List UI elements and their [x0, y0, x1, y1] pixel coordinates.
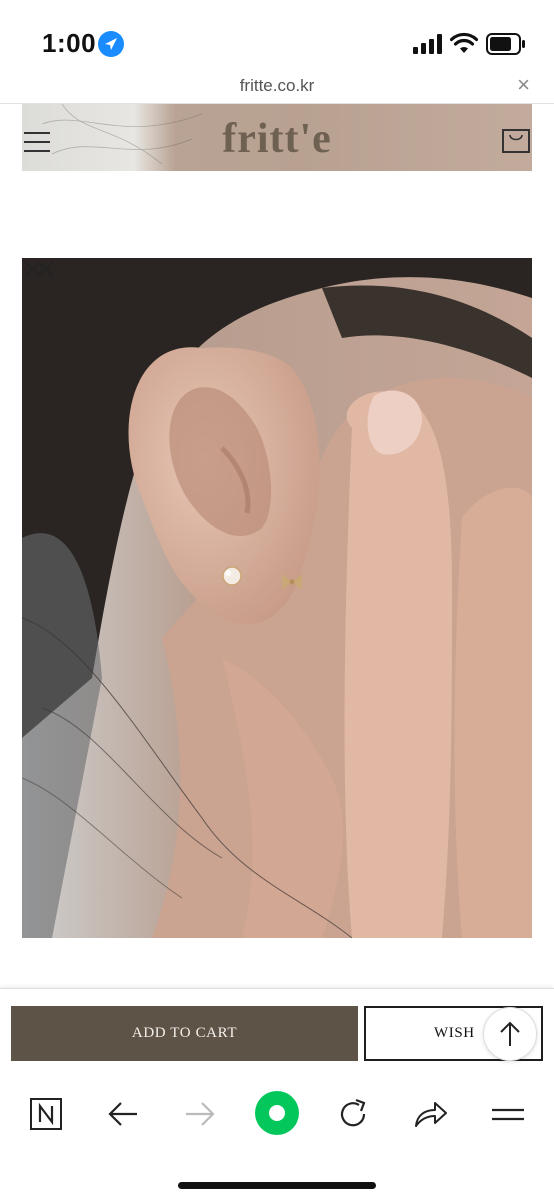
product-image — [22, 258, 532, 938]
naver-n-icon[interactable] — [26, 1094, 66, 1134]
green-dot-icon[interactable] — [254, 1090, 300, 1136]
site-header: fritt'e — [22, 104, 532, 171]
share-icon[interactable] — [411, 1094, 451, 1134]
arrow-up-icon — [500, 1021, 520, 1046]
cellular-signal-icon — [413, 34, 442, 54]
status-bar: 1:00 — [0, 0, 554, 74]
status-time: 1:00 — [42, 28, 97, 58]
battery-icon — [486, 33, 525, 55]
url-text[interactable]: fritte.co.kr — [0, 76, 554, 96]
close-icon[interactable]: × — [517, 72, 530, 98]
shopping-bag-icon[interactable] — [502, 129, 530, 153]
url-bar[interactable]: fritte.co.kr × — [0, 72, 554, 104]
add-to-cart-button[interactable]: ADD TO CART — [11, 1006, 358, 1061]
site-logo[interactable]: fritt'e — [22, 115, 532, 163]
forward-arrow-icon[interactable] — [180, 1094, 220, 1134]
wifi-icon — [450, 32, 478, 53]
scroll-top-button[interactable] — [483, 1007, 537, 1061]
menu-icon[interactable] — [488, 1094, 528, 1134]
home-indicator — [178, 1182, 376, 1189]
browser-toolbar — [0, 1076, 554, 1200]
action-bar: ADD TO CART WISH — [0, 988, 554, 1076]
location-arrow-icon — [98, 31, 124, 57]
product-photo — [22, 258, 532, 938]
reload-icon[interactable] — [333, 1094, 373, 1134]
back-arrow-icon[interactable] — [103, 1094, 143, 1134]
chevron-down-icon[interactable] — [22, 258, 56, 280]
